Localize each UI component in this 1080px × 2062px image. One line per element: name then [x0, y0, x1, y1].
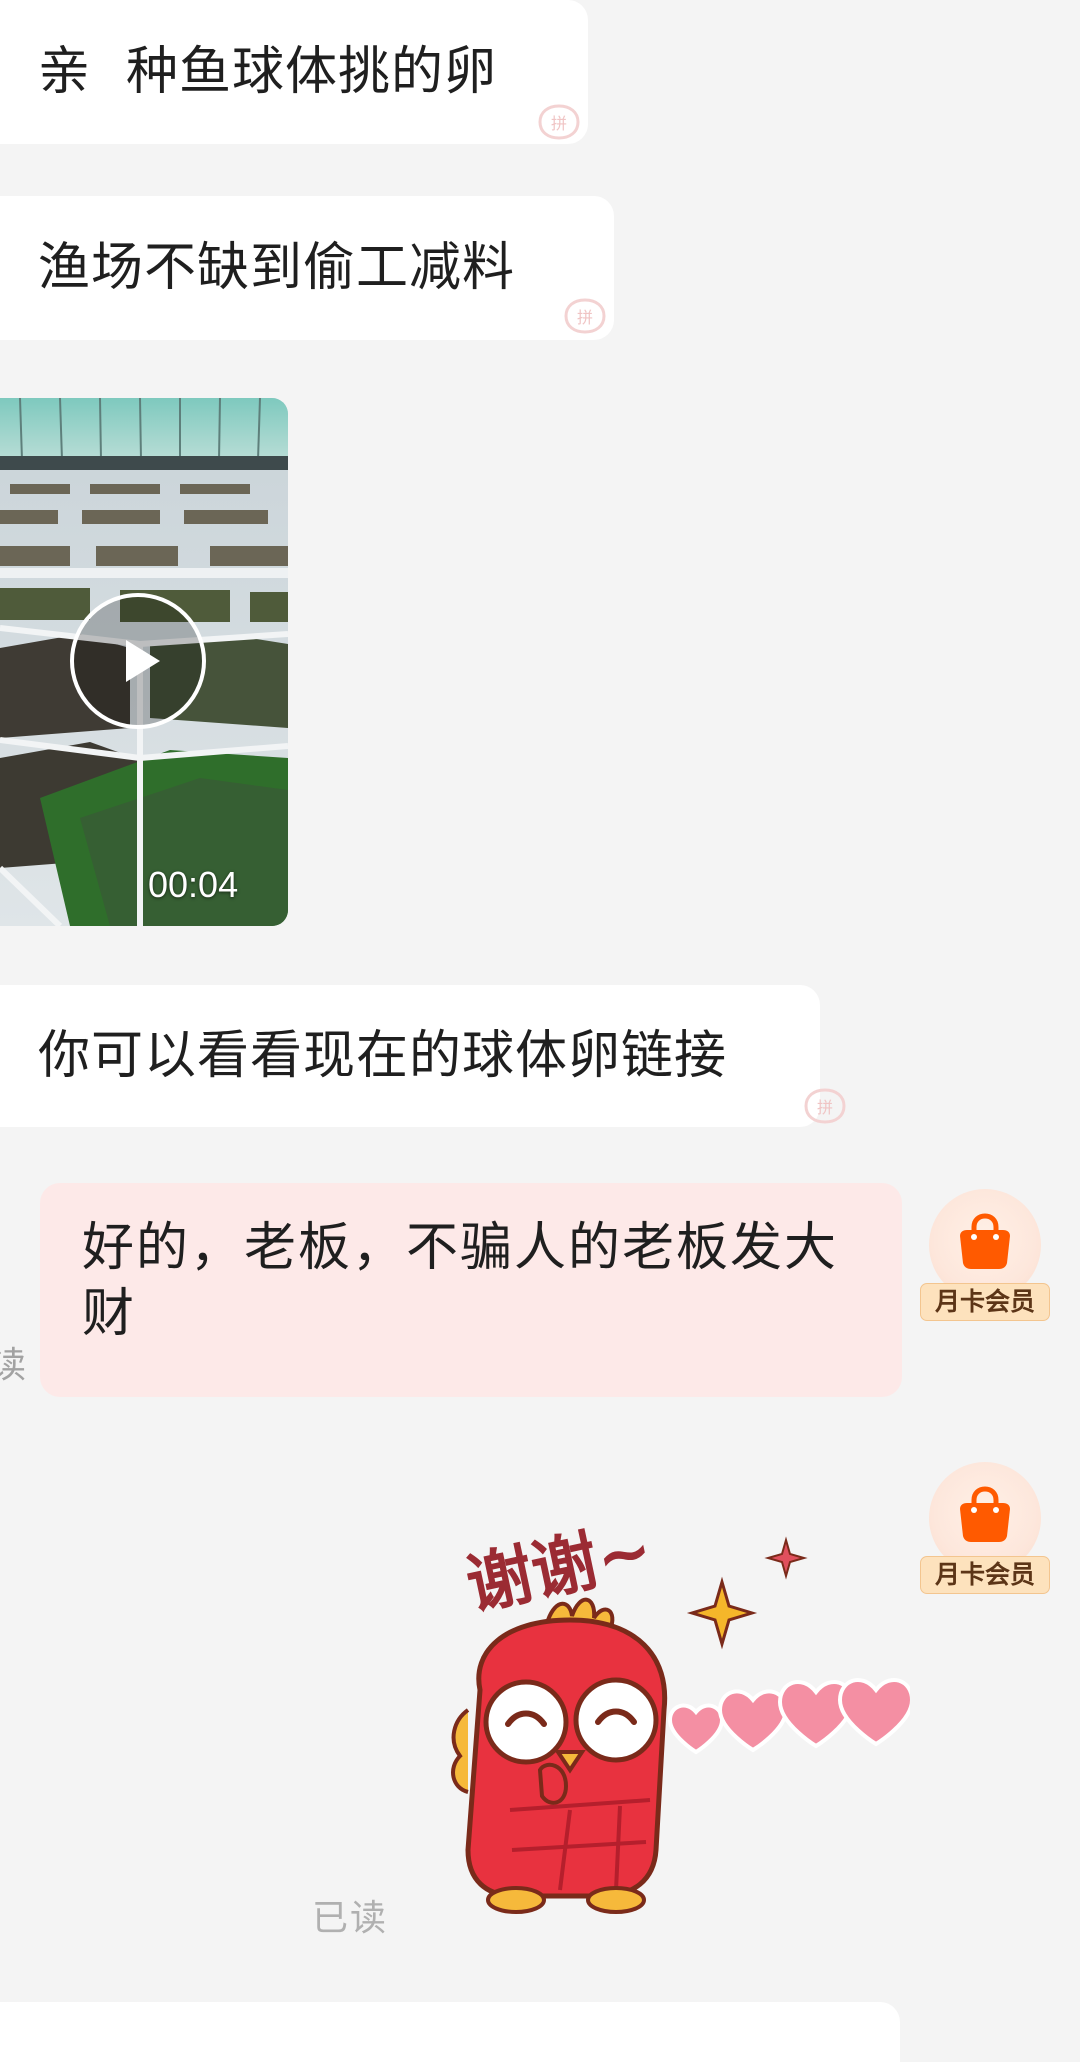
- incoming-message-bubble[interactable]: 你可以看看现在的球体卵链接: [0, 985, 820, 1127]
- incoming-message-bubble[interactable]: 渔场不缺到偷工减料: [0, 196, 614, 340]
- message-text: 你可以看看现在的球体卵链接: [38, 1026, 728, 1086]
- shopping-bag-icon: [960, 1486, 1010, 1542]
- message-text: 好的，老板，不骗人的老板发大财: [82, 1218, 839, 1344]
- read-status: 读: [0, 1345, 27, 1386]
- member-badge: 月卡会员: [920, 1556, 1050, 1594]
- pinduoduo-watermark-icon: 拼: [564, 298, 606, 334]
- svg-text:拼: 拼: [577, 308, 593, 327]
- read-status: 已读: [312, 1898, 389, 1939]
- avatar[interactable]: 月卡会员: [920, 1189, 1050, 1321]
- video-duration: 00:04: [148, 864, 239, 905]
- message-text: 渔场不缺到偷工减料: [38, 238, 516, 298]
- shopping-bag-icon: [960, 1213, 1010, 1269]
- pinduoduo-watermark-icon: 拼: [804, 1088, 846, 1124]
- outgoing-message-bubble[interactable]: 好的，老板，不骗人的老板发大财: [40, 1183, 902, 1397]
- message-text: 亲 种鱼球体挑的卵: [38, 42, 498, 102]
- incoming-message-bubble[interactable]: 亲 种鱼球体挑的卵: [0, 0, 588, 144]
- incoming-message-bubble-partial[interactable]: [0, 2002, 900, 2062]
- member-badge: 月卡会员: [920, 1283, 1050, 1321]
- avatar[interactable]: 月卡会员: [920, 1462, 1050, 1594]
- thank-you-sticker[interactable]: 谢谢~: [420, 1470, 910, 1920]
- play-icon[interactable]: [70, 593, 206, 729]
- svg-text:拼: 拼: [817, 1098, 833, 1117]
- pinduoduo-watermark-icon: 拼: [538, 104, 580, 140]
- svg-text:拼: 拼: [551, 114, 567, 133]
